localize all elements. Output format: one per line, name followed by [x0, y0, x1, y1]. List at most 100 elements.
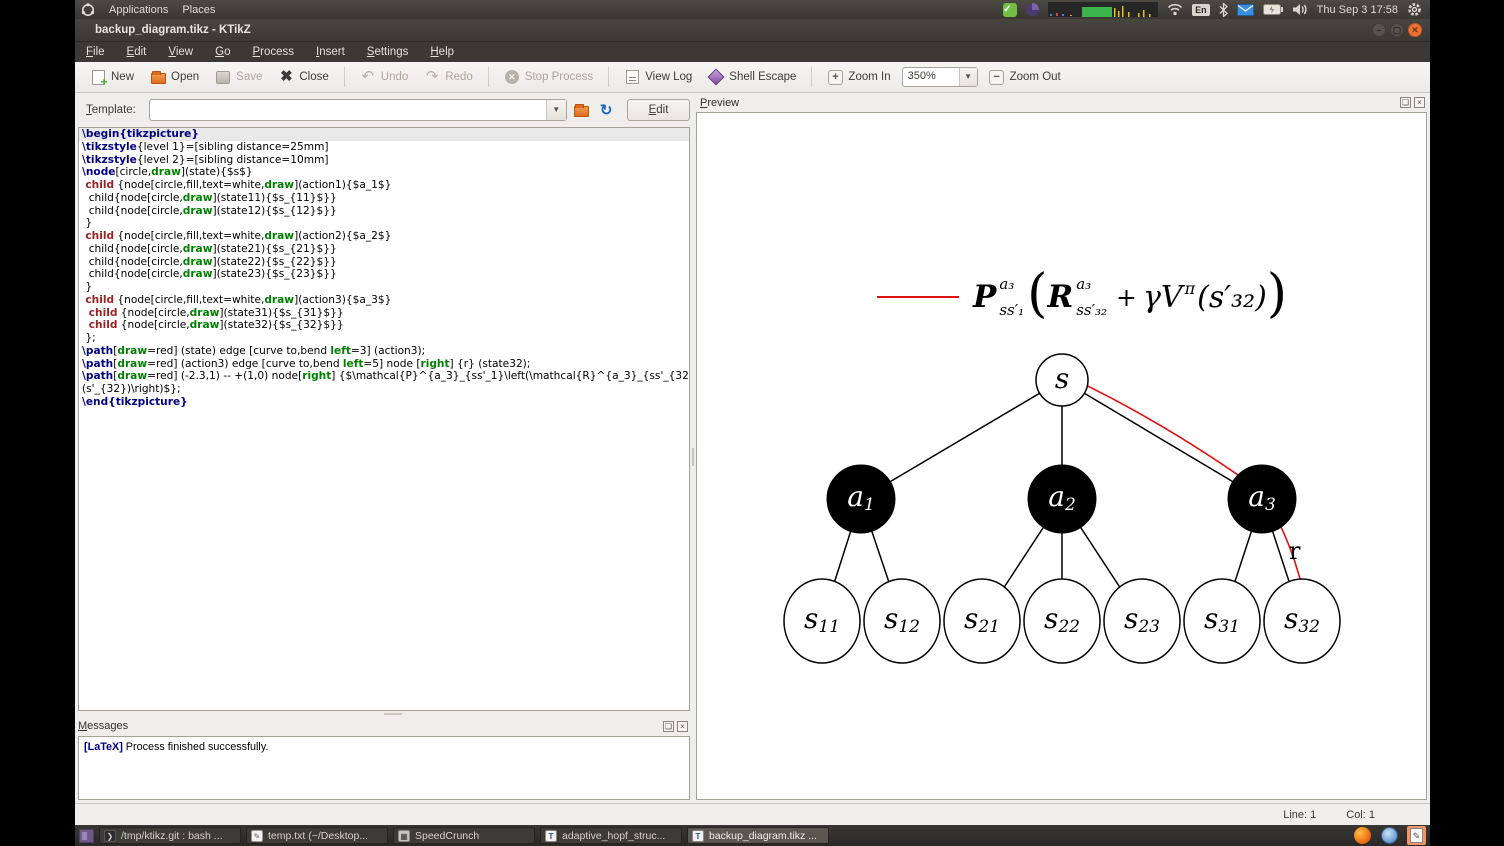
- template-dropdown-arrow[interactable]: ▼: [545, 100, 566, 120]
- shell-escape-button[interactable]: Shell Escape: [703, 66, 801, 88]
- volume-icon[interactable]: [1292, 3, 1308, 16]
- window-titlebar[interactable]: backup_diagram.tikz - KTikZ – ▢ ✕: [75, 19, 1430, 42]
- preview-float-icon[interactable]: ❏: [1400, 97, 1411, 108]
- label-s11: s11: [803, 601, 841, 638]
- template-open-button[interactable]: [572, 100, 592, 120]
- messages-close-icon[interactable]: ×: [677, 720, 688, 732]
- maximize-button[interactable]: ▢: [1390, 23, 1404, 37]
- desktop: Applications Places ✓ En Thu Sep 3 17:58…: [75, 0, 1430, 846]
- close-button[interactable]: ✕: [1408, 23, 1422, 37]
- keyboard-layout-indicator[interactable]: En: [1192, 3, 1210, 16]
- menu-go[interactable]: Go: [215, 46, 230, 58]
- globe-icon: [1381, 827, 1398, 844]
- panel-clock[interactable]: Thu Sep 3 17:58: [1317, 4, 1398, 16]
- ktikz-icon: T: [545, 829, 557, 842]
- template-reload-button[interactable]: ↻: [596, 100, 616, 120]
- zoom-out-button[interactable]: − Zoom Out: [984, 66, 1066, 88]
- bluetooth-icon[interactable]: [1219, 2, 1228, 17]
- code-line: \path[draw=red] (action3) edge [curve to…: [82, 357, 531, 370]
- task-speedcrunch[interactable]: ▦ SpeedCrunch: [393, 827, 535, 844]
- shell-escape-icon: [707, 68, 725, 86]
- terminal-icon: ❯: [104, 829, 116, 842]
- save-icon: [216, 70, 231, 84]
- editor-launcher[interactable]: ✎: [1407, 826, 1426, 845]
- workspace-switcher[interactable]: [79, 828, 94, 843]
- sync-status-icon[interactable]: ✓: [1003, 2, 1018, 17]
- label-s31: s31: [1203, 601, 1241, 638]
- menu-view[interactable]: View: [168, 46, 193, 58]
- code-line: child {node[circle,draw](state32){$s_{32…: [88, 319, 344, 332]
- system-monitor-applet[interactable]: [1048, 2, 1159, 17]
- latex-tag: [LaTeX]: [84, 741, 123, 753]
- calculator-icon: ▦: [398, 829, 410, 842]
- template-bar: Template: ▼ ↻ Edit: [78, 97, 690, 123]
- preview-panel-header: Preview ❏ ×: [700, 95, 1427, 110]
- redo-button[interactable]: ↷ Redo: [419, 66, 478, 88]
- task-terminal[interactable]: ❯ /tmp/ktikz.git : bash ...: [99, 827, 241, 844]
- open-button[interactable]: Open: [145, 66, 204, 88]
- template-value: [150, 100, 546, 120]
- ktikz-icon: T: [692, 829, 704, 842]
- label-a1: a1: [847, 479, 875, 516]
- new-button[interactable]: New: [85, 66, 139, 89]
- menu-insert[interactable]: Insert: [316, 46, 345, 58]
- template-label: Template:: [86, 104, 136, 116]
- stop-process-button[interactable]: ✕ Stop Process: [499, 66, 598, 88]
- code-line: child {node[circle,draw](state31){$s_{31…: [88, 306, 344, 319]
- label-s22: s22: [1043, 601, 1081, 638]
- code-line: child {node[circle,fill,text=white,draw]…: [85, 230, 392, 242]
- battery-icon[interactable]: [1262, 4, 1283, 15]
- template-edit-button[interactable]: Edit: [627, 99, 690, 121]
- label-s32: s32: [1283, 601, 1321, 638]
- open-folder-icon: [150, 71, 166, 84]
- code-line: \tikzstyle{level 2}=[sibling distance=10…: [82, 153, 329, 166]
- statusbar: Line: 1 Col: 1: [75, 803, 1430, 825]
- status-line: Line: 1: [1283, 808, 1317, 821]
- label-a3: a3: [1248, 479, 1276, 516]
- save-button[interactable]: Save: [210, 66, 267, 88]
- preview-close-icon[interactable]: ×: [1414, 97, 1425, 108]
- applications-menu[interactable]: Applications: [109, 4, 168, 16]
- browser-launcher[interactable]: [1380, 826, 1399, 845]
- session-gear-icon[interactable]: [1407, 2, 1422, 17]
- messages-float-icon[interactable]: ❏: [663, 720, 674, 732]
- top-panel: Applications Places ✓ En Thu Sep 3 17:58: [75, 0, 1430, 19]
- taskbar: ❯ /tmp/ktikz.git : bash ... ✎ temp.txt (…: [75, 825, 1430, 846]
- zoom-in-button[interactable]: + Zoom In: [822, 66, 895, 88]
- zoom-level-value: 350%: [907, 70, 936, 82]
- minimize-button[interactable]: –: [1372, 23, 1386, 37]
- menu-edit[interactable]: Edit: [127, 46, 147, 58]
- menu-settings[interactable]: Settings: [367, 46, 409, 58]
- close-file-button[interactable]: ✖ Close: [273, 66, 333, 88]
- menu-help[interactable]: Help: [430, 46, 454, 58]
- task-adaptive-hopf[interactable]: T adaptive_hopf_struc...: [540, 827, 682, 844]
- code-line: \begin{tikzpicture}: [79, 128, 689, 141]
- time-tracker-icon[interactable]: [1026, 3, 1040, 16]
- mail-icon[interactable]: [1236, 3, 1254, 16]
- menu-file[interactable]: File: [86, 46, 105, 58]
- view-log-button[interactable]: View Log: [619, 66, 697, 88]
- undo-button[interactable]: ↶ Undo: [355, 66, 414, 88]
- status-col: Col: 1: [1346, 808, 1375, 821]
- zoom-level-combobox[interactable]: 350% ▼: [901, 67, 978, 87]
- wifi-icon[interactable]: [1167, 3, 1183, 16]
- view-log-icon: [625, 70, 639, 84]
- toolbar-separator: [487, 67, 489, 87]
- task-backup-diagram[interactable]: T backup_diagram.tikz ...: [687, 827, 829, 844]
- toolbar-separator: [343, 67, 345, 87]
- menu-process[interactable]: Process: [252, 46, 294, 58]
- task-temp-txt[interactable]: ✎ temp.txt (~/Desktop...: [246, 827, 388, 844]
- horizontal-splitter[interactable]: [78, 711, 690, 717]
- code-line: child{node[circle,draw](state11){$s_{11}…: [82, 191, 337, 204]
- code-line: \path[draw=red] (-2.3,1) -- +(1,0) node[…: [82, 370, 689, 383]
- preview-canvas[interactable]: P a₃ ss′₁ ( R a₃ ss′₃₂ + γV π (s′₃₂) ) s…: [696, 112, 1427, 800]
- messages-log[interactable]: [LaTeX] Process finished successfully.: [78, 736, 690, 800]
- template-combobox[interactable]: ▼: [148, 99, 567, 121]
- firefox-launcher[interactable]: [1353, 826, 1372, 845]
- redo-icon: ↷: [425, 68, 439, 85]
- toolbar-separator: [608, 67, 610, 87]
- code-editor[interactable]: \begin{tikzpicture} \tikzstyle{level 1}=[…: [78, 127, 690, 711]
- zoom-dropdown-arrow[interactable]: ▼: [958, 68, 977, 86]
- code-line: \tikzstyle{level 1}=[sibling distance=25…: [82, 140, 329, 153]
- places-menu[interactable]: Places: [182, 4, 215, 16]
